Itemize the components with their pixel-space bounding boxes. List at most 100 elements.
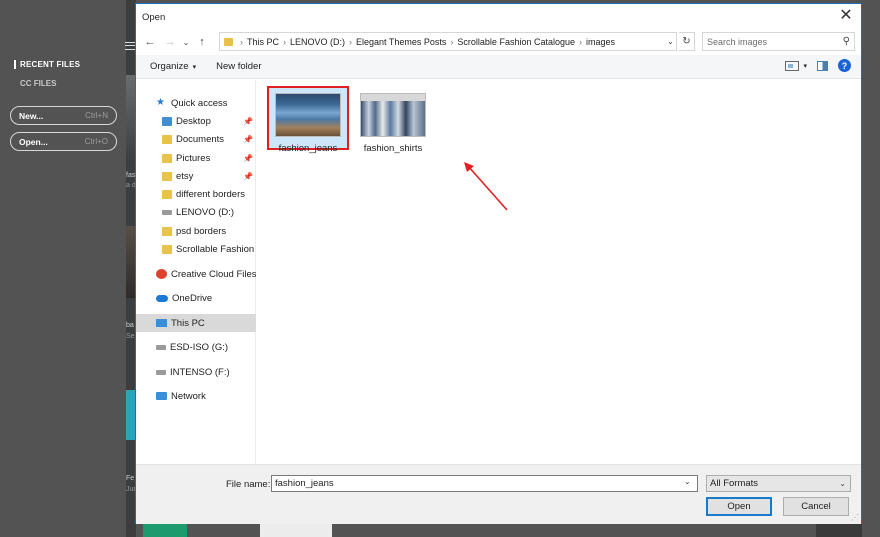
search-icon[interactable]: ⚲ — [843, 36, 850, 47]
recent-file-name: ba — [126, 322, 134, 329]
search-box[interactable]: ⚲ — [702, 32, 855, 51]
chevron-down-icon: ⌄ — [839, 479, 846, 488]
recent-thumbnail[interactable] — [260, 523, 332, 537]
dialog-footer: File name: ⌄ All Formats ⌄ Open Cancel ⋰ — [136, 464, 861, 524]
folder-icon — [162, 171, 172, 181]
star-icon: ★ — [156, 97, 165, 108]
navigation-row: ← → ⌄ ↑ › This PC › LENOVO (D:) › Elegan… — [136, 30, 861, 54]
sidebar-item-label: Quick access — [171, 97, 228, 109]
search-input[interactable] — [707, 36, 832, 47]
sidebar-item-esd-iso[interactable]: ESD-ISO (G:) — [136, 338, 256, 356]
file-name: fashion_shirts — [363, 143, 423, 154]
sidebar-item-label: etsy — [176, 170, 194, 182]
desktop-folder-icon — [162, 116, 172, 126]
creative-cloud-icon — [156, 269, 167, 279]
sidebar-item-label: Documents — [176, 133, 225, 145]
forward-arrow-icon[interactable]: → — [160, 36, 180, 48]
sidebar-item-scrollable-fashion[interactable]: Scrollable Fashion C — [136, 240, 256, 258]
cloud-icon — [156, 294, 168, 302]
breadcrumb-separator-icon[interactable]: › — [240, 37, 243, 47]
nav-recent-files[interactable]: RECENT FILES — [14, 60, 80, 69]
recent-thumbnail[interactable] — [143, 523, 187, 537]
image-thumbnail — [360, 93, 426, 137]
change-view-button[interactable]: ▾ — [785, 60, 807, 71]
red-pointer-arrow — [464, 162, 508, 211]
resize-grip-icon[interactable]: ⋰ — [851, 513, 859, 522]
sidebar-item-different-borders[interactable]: different borders — [136, 185, 256, 203]
sidebar-item-label: Pictures — [176, 152, 211, 164]
new-file-label: New... — [19, 110, 44, 121]
breadcrumb-separator-icon[interactable]: › — [349, 37, 352, 47]
sidebar-item-etsy[interactable]: etsy 📌 — [136, 167, 256, 185]
address-dropdown-icon[interactable]: ⌄ — [663, 32, 678, 51]
address-bar[interactable]: › This PC › LENOVO (D:) › Elegant Themes… — [219, 32, 677, 51]
sidebar-item-label: psd borders — [176, 225, 227, 237]
recent-thumbnail[interactable] — [816, 523, 862, 537]
refresh-icon[interactable]: ↻ — [679, 32, 695, 51]
pin-icon: 📌 — [243, 171, 253, 181]
file-item-fashion-jeans[interactable]: fashion_jeans — [267, 86, 349, 154]
sidebar-item-quick-access[interactable]: ★ Quick access — [136, 94, 256, 112]
toolbar: Organize ▾ New folder ▾ ? — [136, 55, 861, 79]
sidebar-item-network[interactable]: Network — [136, 387, 256, 405]
file-name-dropdown-icon[interactable]: ⌄ — [684, 477, 691, 486]
recent-locations-chevron-icon[interactable]: ⌄ — [180, 38, 192, 47]
breadcrumb-images[interactable]: images — [586, 37, 615, 47]
computer-icon — [156, 319, 167, 327]
sidebar-item-label: This PC — [171, 317, 205, 329]
menu-icon[interactable] — [125, 42, 135, 50]
folder-icon — [224, 37, 233, 46]
open-file-button[interactable]: Open... Ctrl+O — [10, 132, 117, 151]
breadcrumb-separator-icon[interactable]: › — [283, 37, 286, 47]
close-icon[interactable]: ✕ — [837, 8, 855, 26]
sidebar-item-documents[interactable]: Documents 📌 — [136, 130, 256, 148]
pin-icon: 📌 — [243, 153, 253, 163]
sidebar-item-desktop[interactable]: Desktop 📌 — [136, 112, 256, 130]
file-item-fashion-shirts[interactable]: fashion_shirts — [352, 88, 434, 154]
sidebar-item-label: LENOVO (D:) — [176, 206, 235, 218]
drive-icon — [156, 344, 166, 350]
dialog-titlebar[interactable]: Open ✕ — [136, 4, 861, 30]
view-icon — [785, 60, 800, 71]
organize-button[interactable]: Organize ▾ — [144, 61, 202, 72]
breadcrumb-separator-icon[interactable]: › — [450, 37, 453, 47]
new-folder-button[interactable]: New folder — [210, 61, 267, 72]
arrow-line — [467, 165, 508, 211]
sidebar-item-label: OneDrive — [172, 292, 213, 304]
preview-pane-icon[interactable] — [817, 60, 828, 71]
sidebar-item-label: Creative Cloud Files — [171, 268, 256, 280]
file-format-select[interactable]: All Formats ⌄ — [706, 475, 851, 492]
breadcrumb-this-pc[interactable]: This PC — [247, 37, 279, 47]
sidebar-item-label: different borders — [176, 188, 246, 200]
cancel-button[interactable]: Cancel — [783, 497, 849, 516]
breadcrumb-separator-icon[interactable]: › — [579, 37, 582, 47]
sidebar-item-lenovo-drive[interactable]: LENOVO (D:) — [136, 203, 256, 221]
open-file-shortcut: Ctrl+O — [84, 137, 108, 146]
up-arrow-icon[interactable]: ↑ — [192, 36, 212, 48]
sidebar-item-pictures[interactable]: Pictures 📌 — [136, 149, 256, 167]
open-dialog: Open ✕ ← → ⌄ ↑ › This PC › LENOVO (D:) ›… — [135, 3, 862, 524]
pin-icon: 📌 — [243, 134, 253, 144]
file-name-input[interactable] — [271, 475, 698, 492]
sidebar-item-psd-borders[interactable]: psd borders — [136, 222, 256, 240]
drive-icon — [162, 209, 172, 215]
nav-cc-files[interactable]: CC FILES — [14, 79, 80, 88]
organize-label: Organize — [150, 61, 189, 72]
help-icon[interactable]: ? — [838, 59, 851, 72]
app-right-panel — [862, 0, 880, 537]
sidebar-item-this-pc[interactable]: This PC — [136, 314, 256, 332]
sidebar-item-creative-cloud[interactable]: Creative Cloud Files — [136, 265, 256, 283]
folder-icon — [162, 244, 172, 254]
chevron-down-icon: ▾ — [803, 62, 807, 70]
sidebar-item-intenso[interactable]: INTENSO (F:) — [136, 363, 256, 381]
sidebar-item-onedrive[interactable]: OneDrive — [136, 289, 256, 307]
open-button[interactable]: Open — [706, 497, 772, 516]
back-arrow-icon[interactable]: ← — [140, 36, 160, 48]
new-file-button[interactable]: New... Ctrl+N — [10, 106, 117, 125]
sidebar-item-label: Scrollable Fashion C — [176, 243, 256, 255]
breadcrumb-elegant-themes-posts[interactable]: Elegant Themes Posts — [356, 37, 446, 47]
breadcrumb-lenovo-drive[interactable]: LENOVO (D:) — [290, 37, 345, 47]
breadcrumb-scrollable-fashion-catalogue[interactable]: Scrollable Fashion Catalogue — [457, 37, 575, 47]
sidebar-item-label: Desktop — [176, 115, 211, 127]
sidebar-item-label: ESD-ISO (G:) — [170, 341, 229, 353]
